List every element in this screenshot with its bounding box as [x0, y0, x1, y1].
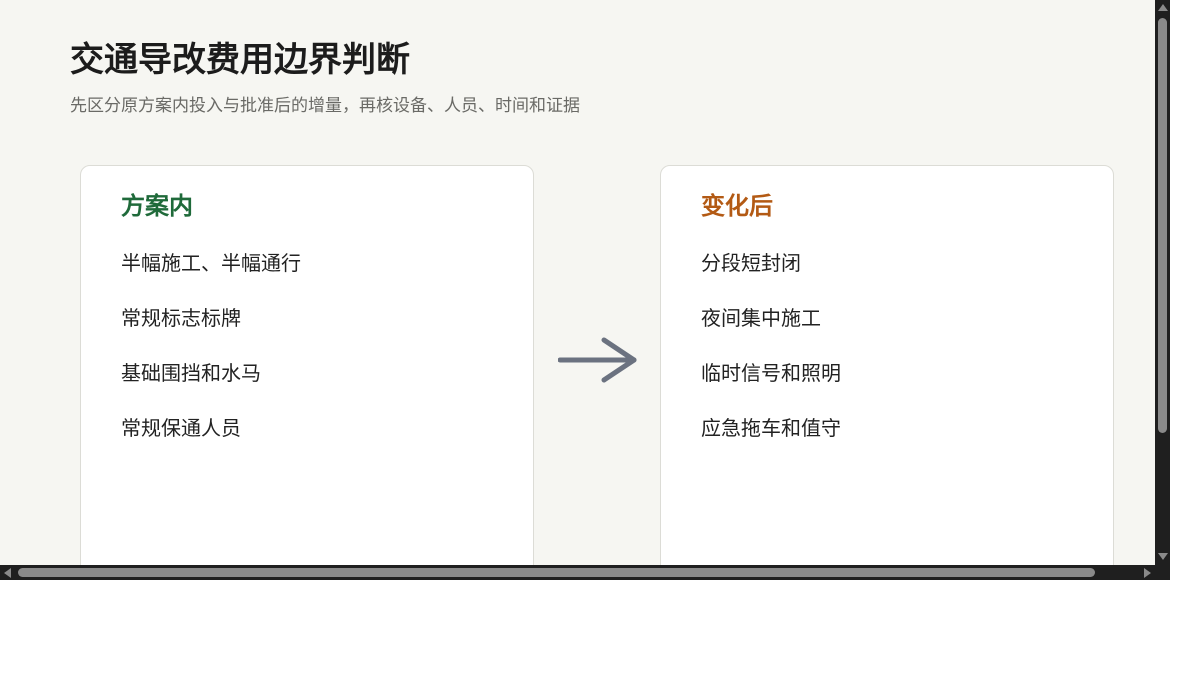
- scroll-up-icon[interactable]: [1158, 4, 1168, 11]
- scrollbar-corner: [1155, 565, 1170, 580]
- after-change-heading: 变化后: [701, 192, 773, 220]
- list-item: 夜间集中施工: [701, 306, 821, 330]
- in-plan-list: 半幅施工、半幅通行 常规标志标牌 基础围挡和水马 常规保通人员: [121, 246, 301, 466]
- vertical-scrollbar[interactable]: [1155, 0, 1170, 565]
- in-plan-heading: 方案内: [121, 192, 193, 220]
- horizontal-scrollbar[interactable]: [0, 565, 1155, 580]
- browser-viewport: 交通导改费用边界判断 先区分原方案内投入与批准后的增量，再核设备、人员、时间和证…: [0, 0, 1170, 580]
- list-item: 常规保通人员: [121, 416, 241, 440]
- scroll-down-icon[interactable]: [1158, 553, 1168, 560]
- list-item: 分段短封闭: [701, 251, 801, 275]
- list-item: 应急拖车和值守: [701, 416, 841, 440]
- arrow-right-icon: [558, 337, 637, 383]
- page-subtitle: 先区分原方案内投入与批准后的增量，再核设备、人员、时间和证据: [70, 96, 580, 116]
- vertical-scroll-thumb[interactable]: [1158, 18, 1167, 433]
- page-content: 交通导改费用边界判断 先区分原方案内投入与批准后的增量，再核设备、人员、时间和证…: [0, 0, 1155, 565]
- scroll-left-icon[interactable]: [4, 568, 11, 578]
- after-change-card: 变化后 分段短封闭 夜间集中施工 临时信号和照明 应急拖车和值守: [660, 165, 1114, 565]
- list-item: 临时信号和照明: [701, 361, 841, 385]
- scroll-right-icon[interactable]: [1144, 568, 1151, 578]
- list-item: 半幅施工、半幅通行: [121, 251, 301, 275]
- horizontal-scroll-thumb[interactable]: [18, 568, 1095, 577]
- page-title: 交通导改费用边界判断: [70, 40, 410, 80]
- list-item: 基础围挡和水马: [121, 361, 261, 385]
- in-plan-card: 方案内 半幅施工、半幅通行 常规标志标牌 基础围挡和水马 常规保通人员: [80, 165, 534, 565]
- list-item: 常规标志标牌: [121, 306, 241, 330]
- after-change-list: 分段短封闭 夜间集中施工 临时信号和照明 应急拖车和值守: [701, 246, 841, 466]
